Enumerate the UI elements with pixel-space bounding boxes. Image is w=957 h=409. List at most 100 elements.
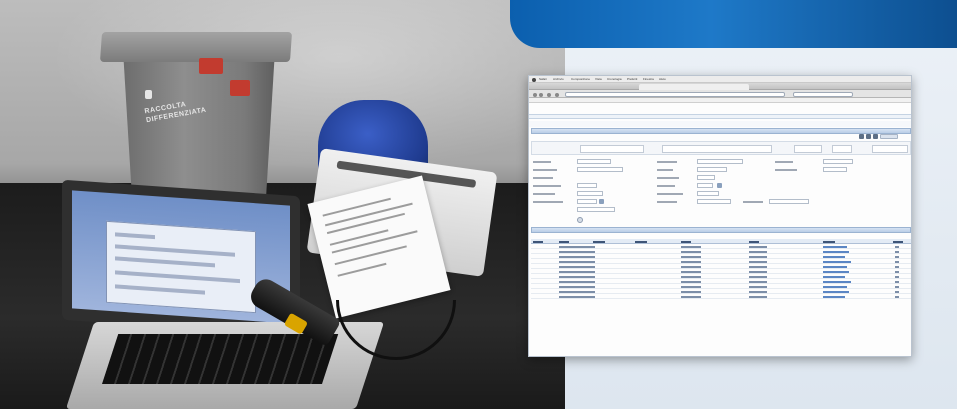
column-header[interactable] xyxy=(749,240,759,243)
table-header xyxy=(531,239,911,244)
field-label xyxy=(657,201,677,203)
laptop-dialog xyxy=(106,220,256,314)
field-label xyxy=(657,193,683,195)
filter-box[interactable] xyxy=(580,145,644,153)
form-field[interactable] xyxy=(577,207,615,212)
column-header[interactable] xyxy=(823,240,835,243)
waste-bin: RACCOLTA DIFFERENZIATA xyxy=(99,22,293,200)
page-header xyxy=(529,121,911,127)
form-field[interactable] xyxy=(697,183,713,188)
delete-icon[interactable] xyxy=(873,134,878,139)
table-row[interactable] xyxy=(531,265,911,269)
product-photo: RACCOLTA DIFFERENZIATA xyxy=(0,0,565,409)
field-label xyxy=(775,161,793,163)
form-field[interactable] xyxy=(769,199,809,204)
table-row[interactable] xyxy=(531,280,911,284)
sheet-line xyxy=(337,262,387,277)
field-label xyxy=(533,169,557,171)
form-field[interactable] xyxy=(823,159,853,164)
field-label xyxy=(657,177,679,179)
form-field[interactable] xyxy=(577,191,603,196)
table-row[interactable] xyxy=(531,270,911,274)
form-field[interactable] xyxy=(577,199,597,204)
lookup-icon[interactable] xyxy=(599,199,604,204)
dialog-row xyxy=(115,256,215,268)
reload-icon[interactable] xyxy=(547,92,551,97)
table-row[interactable] xyxy=(531,290,911,294)
menu-finestra[interactable]: Finestra xyxy=(643,77,654,81)
add-button[interactable] xyxy=(577,217,583,223)
forward-icon[interactable] xyxy=(539,92,543,97)
field-label xyxy=(657,161,677,163)
form-field[interactable] xyxy=(697,191,719,196)
dialog-row xyxy=(115,232,155,240)
browser-toolbar xyxy=(529,90,911,98)
form-field[interactable] xyxy=(697,175,715,180)
laptop-screen xyxy=(62,179,300,337)
field-label xyxy=(533,201,563,203)
field-label xyxy=(775,169,797,171)
bookmarks-bar xyxy=(529,98,911,103)
filter-box[interactable] xyxy=(794,145,822,153)
browser-tabbar xyxy=(529,83,911,90)
table-row[interactable] xyxy=(531,260,911,264)
bin-logo xyxy=(145,90,152,99)
table-row[interactable] xyxy=(531,245,911,249)
filter-box[interactable] xyxy=(662,145,772,153)
dialog-row xyxy=(115,284,205,295)
sheet-line xyxy=(322,197,391,217)
address-bar[interactable] xyxy=(565,91,785,97)
filter-box[interactable] xyxy=(872,145,908,153)
menu-cronologia[interactable]: Cronologia xyxy=(607,77,622,81)
web-app-screenshot: Safari Archivio Composizione Vista Crono… xyxy=(528,75,912,357)
menu-aiuto[interactable]: Aiuto xyxy=(659,77,666,81)
os-menubar: Safari Archivio Composizione Vista Crono… xyxy=(529,76,911,83)
field-label xyxy=(657,169,673,171)
column-header[interactable] xyxy=(533,240,543,243)
apple-icon[interactable] xyxy=(532,77,536,82)
bin-clip-red-left xyxy=(199,58,223,74)
bin-lid xyxy=(99,32,293,62)
blue-banner xyxy=(510,0,957,48)
form-field[interactable] xyxy=(577,183,597,188)
filter-box[interactable] xyxy=(832,145,852,153)
table-row[interactable] xyxy=(531,295,911,299)
field-label xyxy=(743,201,763,203)
table-row[interactable] xyxy=(531,250,911,254)
column-header[interactable] xyxy=(593,240,605,243)
form-field[interactable] xyxy=(697,199,731,204)
form-field[interactable] xyxy=(577,167,623,172)
field-label xyxy=(533,185,561,187)
column-header[interactable] xyxy=(681,240,691,243)
column-header[interactable] xyxy=(559,240,569,243)
column-header[interactable] xyxy=(635,240,647,243)
menu-safari[interactable]: Safari xyxy=(539,77,547,81)
search-field[interactable] xyxy=(793,91,853,97)
dialog-row xyxy=(115,244,235,257)
calendar-icon[interactable] xyxy=(717,183,722,188)
form-field[interactable] xyxy=(697,159,743,164)
table-row[interactable] xyxy=(531,255,911,259)
menu-vista[interactable]: Vista xyxy=(595,77,602,81)
menu-archivio[interactable]: Archivio xyxy=(553,77,564,81)
back-icon[interactable] xyxy=(533,92,537,97)
form-field[interactable] xyxy=(577,159,611,164)
field-label xyxy=(533,161,551,163)
table-row[interactable] xyxy=(531,275,911,279)
form-field[interactable] xyxy=(823,167,847,172)
save-icon[interactable] xyxy=(866,134,871,139)
form-field[interactable] xyxy=(697,167,727,172)
toolbar-field[interactable] xyxy=(880,134,898,139)
table-row[interactable] xyxy=(531,285,911,289)
column-header[interactable] xyxy=(893,240,903,243)
dialog-row xyxy=(115,270,240,284)
menu-composizione[interactable]: Composizione xyxy=(571,77,590,81)
field-label xyxy=(657,185,675,187)
field-label xyxy=(533,193,555,195)
menu-preferiti[interactable]: Preferiti xyxy=(627,77,637,81)
sheet-line xyxy=(329,229,389,246)
print-icon[interactable] xyxy=(859,134,864,139)
field-label xyxy=(533,177,553,179)
home-icon[interactable] xyxy=(555,92,559,97)
section-header-top xyxy=(531,128,911,134)
